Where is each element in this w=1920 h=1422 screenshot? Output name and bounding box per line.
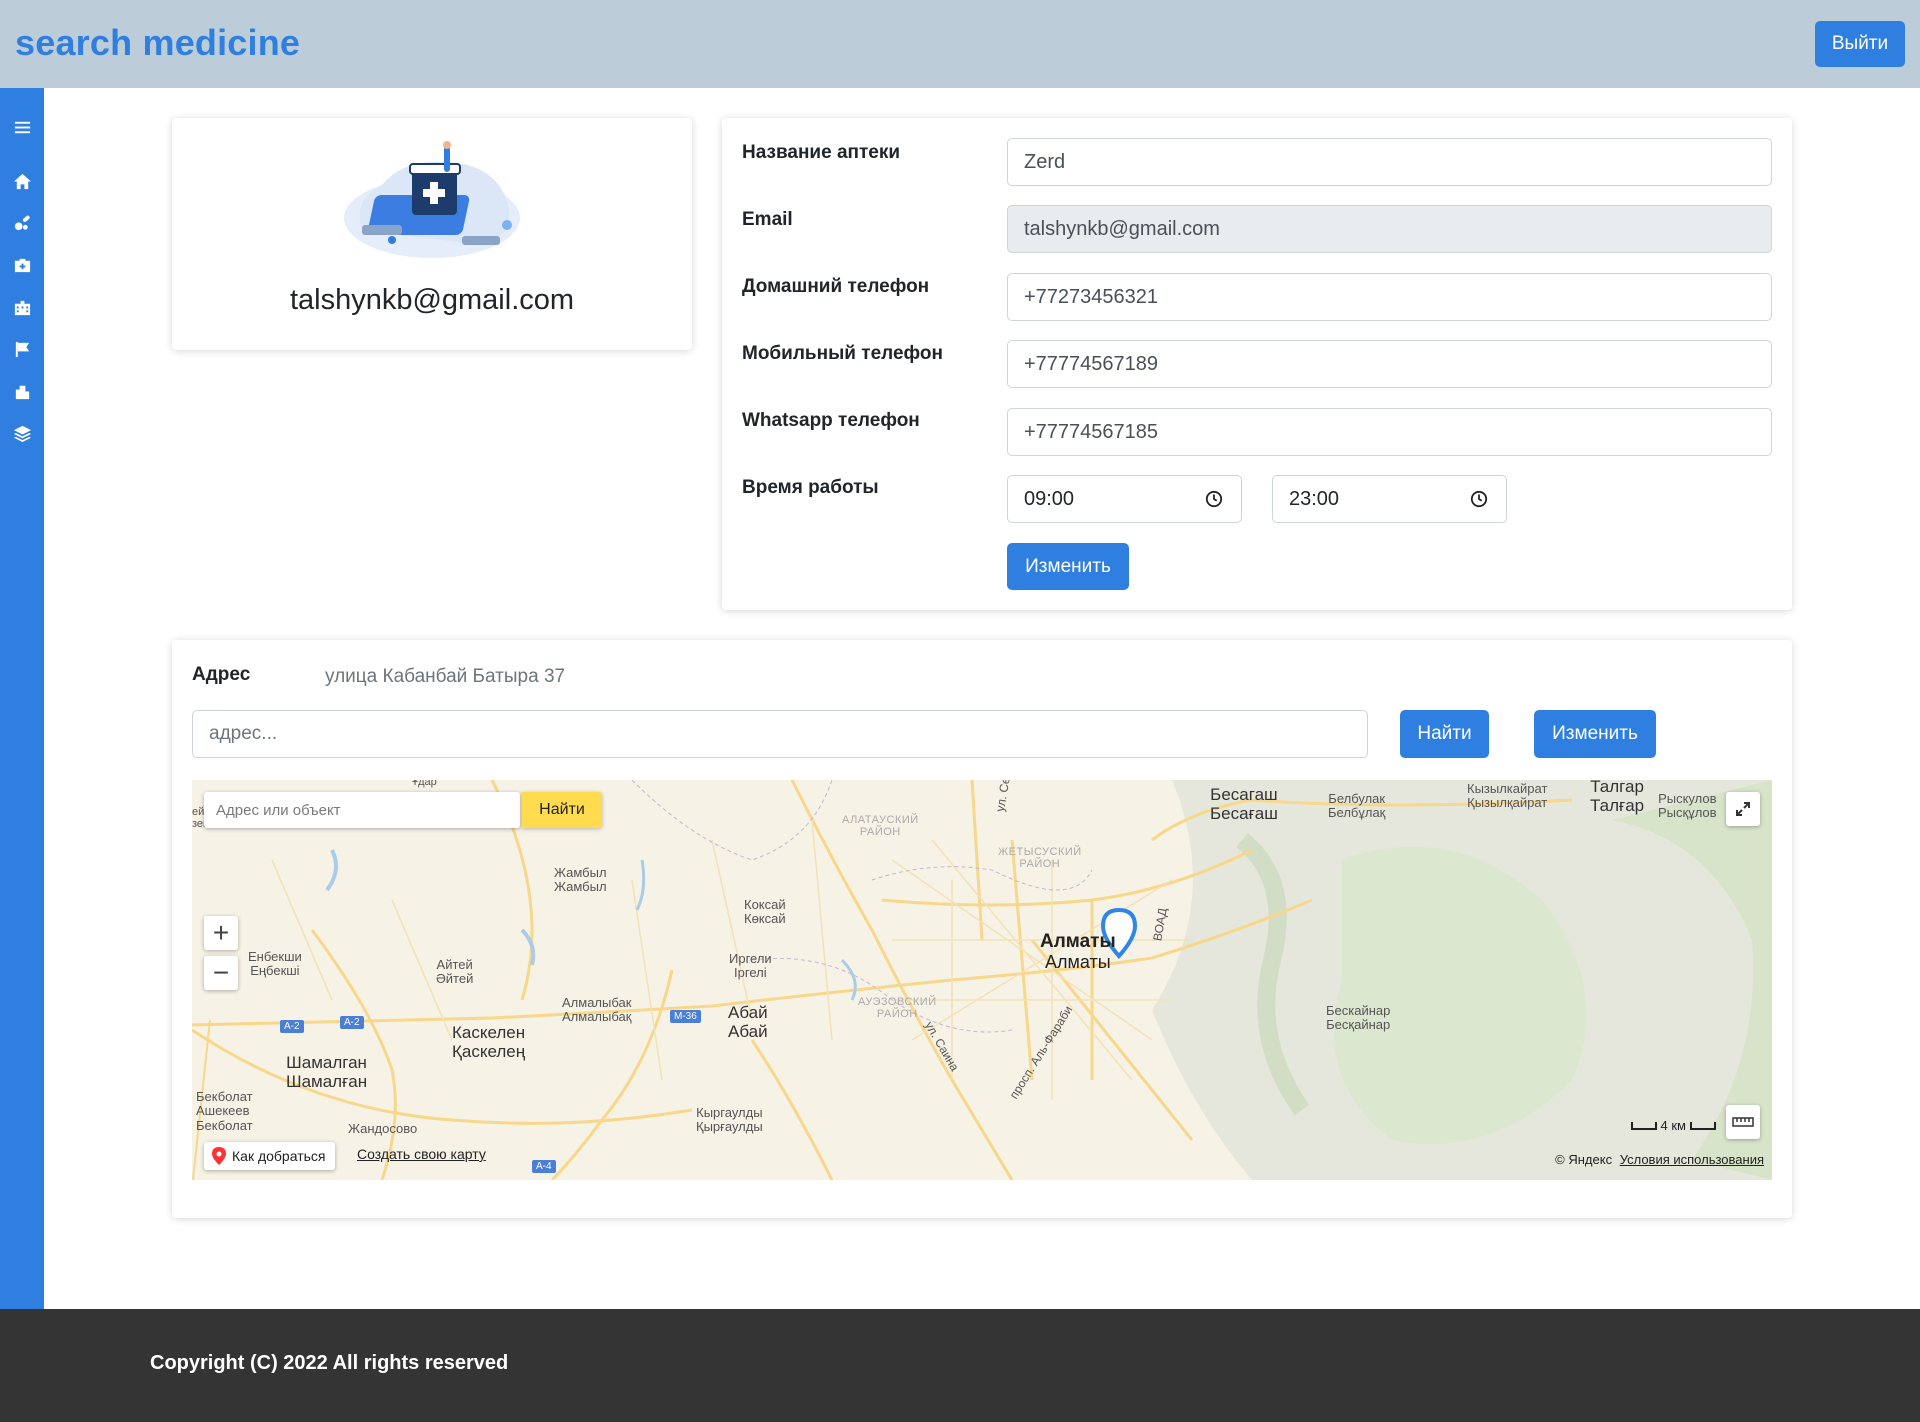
mobile-phone-input[interactable]: +77774567189: [1007, 340, 1772, 388]
change-address-button[interactable]: Изменить: [1534, 710, 1656, 758]
clock-icon[interactable]: [1205, 490, 1223, 508]
layers-icon[interactable]: [11, 422, 33, 444]
map-label-aitei: Айтей Әйтей: [436, 957, 474, 987]
map-label-kaskelen: Каскелен Қаскелең: [452, 1023, 526, 1061]
address-value: улица Кабанбай Батыра 37: [325, 666, 566, 687]
email-label: Email: [742, 209, 793, 230]
route-button[interactable]: Как добраться: [204, 1142, 336, 1170]
map-label-shamalgan: Шамалган Шамалған: [286, 1053, 368, 1091]
clock-icon[interactable]: [1470, 490, 1488, 508]
ruler-icon: [1732, 1117, 1754, 1127]
pharmacy-form-card: Название аптеки Zerd Email talshynkb@gma…: [722, 118, 1792, 610]
map-background[interactable]: [192, 780, 1772, 1180]
mobile-phone-label: Мобильный телефон: [742, 343, 943, 364]
save-button[interactable]: Изменить: [1007, 543, 1129, 590]
brand-logo[interactable]: search medicine: [15, 22, 300, 64]
footer: Copyright (C) 2022 All rights reserved: [0, 1309, 1920, 1422]
map-label-kyrgauldy: Кыргаулды Қырғаулды: [696, 1105, 763, 1135]
copyright-text: Copyright (C) 2022 All rights reserved: [150, 1352, 509, 1374]
ruler-button[interactable]: [1726, 1105, 1760, 1139]
first-aid-kit-icon[interactable]: [11, 254, 33, 276]
map[interactable]: Бесагаш Бесағаш Белбулак Белбұлақ Кызылкай…: [192, 780, 1772, 1180]
map-label-zhambyl: Жамбыл Жамбыл: [554, 865, 607, 895]
sidebar: [0, 88, 44, 1309]
map-pin-icon: [212, 1147, 226, 1165]
map-copyright-text: © Яндекс: [1555, 1152, 1613, 1167]
map-search-input[interactable]: Адрес или объект: [204, 792, 520, 828]
logout-button[interactable]: Выйти: [1815, 21, 1905, 67]
top-bar: search medicine Выйти: [0, 0, 1920, 88]
map-label-belbulak: Белбулак Белбұлақ: [1328, 791, 1386, 821]
map-label-talgar: Талгар Талғар: [1590, 780, 1645, 815]
menu-icon[interactable]: [11, 116, 33, 138]
map-label-beskainar: Бескайнар Бесқайнар: [1326, 1003, 1391, 1033]
working-hours-label: Время работы: [742, 477, 879, 498]
map-scale: 4 км: [1630, 1118, 1716, 1133]
map-label-koksai: Коксай Көксай: [744, 897, 786, 927]
open-time-value: 09:00: [1024, 487, 1075, 510]
map-label-enbekshi: Енбекши Еңбекші: [248, 949, 302, 979]
map-label-besagash: Бесагаш Бесағаш: [1210, 785, 1278, 823]
address-card: Адрес улица Кабанбай Батыра 37 адрес... …: [172, 640, 1792, 1218]
find-address-button[interactable]: Найти: [1400, 710, 1489, 758]
map-label-alatau-district: АЛАТАУСКИЙ РАЙОН: [842, 814, 919, 839]
map-copyright: © Яндекс Условия использования: [1555, 1152, 1764, 1167]
map-label-almaty: Алматы Алматы: [1040, 931, 1116, 972]
map-label-almalybak: Алмалыбак Алмалыбақ: [562, 995, 632, 1025]
scale-bar: [1630, 1121, 1657, 1130]
road-shield-a2: A-2: [340, 1016, 364, 1029]
map-label-irgeli: Иргели Іргелі: [729, 951, 772, 981]
address-label: Адрес: [192, 664, 251, 685]
address-search-input[interactable]: адрес...: [192, 710, 1368, 758]
close-time-input[interactable]: 23:00: [1272, 475, 1507, 523]
terms-link[interactable]: Условия использования: [1620, 1152, 1764, 1167]
zoom-in-button[interactable]: +: [204, 916, 238, 950]
city-icon[interactable]: [11, 380, 33, 402]
scale-label: 4 км: [1660, 1118, 1686, 1133]
profile-card: talshynkb@gmail.com: [172, 118, 692, 350]
flag-icon[interactable]: [11, 338, 33, 360]
create-map-link[interactable]: Создать свою карту: [357, 1146, 486, 1162]
fullscreen-button[interactable]: [1726, 792, 1760, 826]
map-label-ryskulov: Рыскулов Рысқұлов: [1658, 791, 1717, 821]
pharmacy-name-input[interactable]: Zerd: [1007, 138, 1772, 186]
expand-icon: [1736, 802, 1750, 816]
pharmacy-name-label: Название аптеки: [742, 142, 901, 163]
map-label-kyzylkairat: Кызылкайрат Қызылқайрат: [1467, 781, 1548, 811]
map-label-auezov-district: АУЭЗОВСКИЙ РАЙОН: [858, 996, 937, 1021]
whatsapp-phone-label: Whatsapp телефон: [742, 410, 920, 431]
road-shield-a2: A-2: [280, 1020, 304, 1033]
map-label-abai: Абай Абай: [728, 1003, 768, 1041]
map-label-zhetysu-district: ЖЕТЫСУСКИЙ РАЙОН: [998, 846, 1082, 871]
home-phone-input[interactable]: +77273456321: [1007, 273, 1772, 321]
pharmacy-illustration-icon: [344, 141, 520, 258]
building-icon[interactable]: [11, 296, 33, 318]
map-label-top: Ұдар: [412, 780, 437, 788]
open-time-input[interactable]: 09:00: [1007, 475, 1242, 523]
home-icon[interactable]: [11, 170, 33, 192]
pills-icon[interactable]: [11, 212, 33, 234]
email-field[interactable]: talshynkb@gmail.com: [1007, 205, 1772, 253]
zoom-out-button[interactable]: −: [204, 956, 238, 990]
road-shield-a4: A-4: [532, 1160, 556, 1173]
map-search-button[interactable]: Найти: [522, 792, 602, 828]
map-label-zhandosovo: Жандосово: [348, 1121, 418, 1136]
map-label-bekbolat: Бекболат Ашекеев Бекболат: [196, 1089, 253, 1133]
close-time-value: 23:00: [1289, 487, 1340, 510]
route-label: Как добраться: [232, 1148, 326, 1164]
profile-email: talshynkb@gmail.com: [289, 284, 575, 316]
scale-bar: [1690, 1121, 1716, 1130]
whatsapp-phone-input[interactable]: +77774567185: [1007, 408, 1772, 456]
road-shield-m36: M-36: [670, 1010, 701, 1023]
home-phone-label: Домашний телефон: [742, 276, 930, 297]
